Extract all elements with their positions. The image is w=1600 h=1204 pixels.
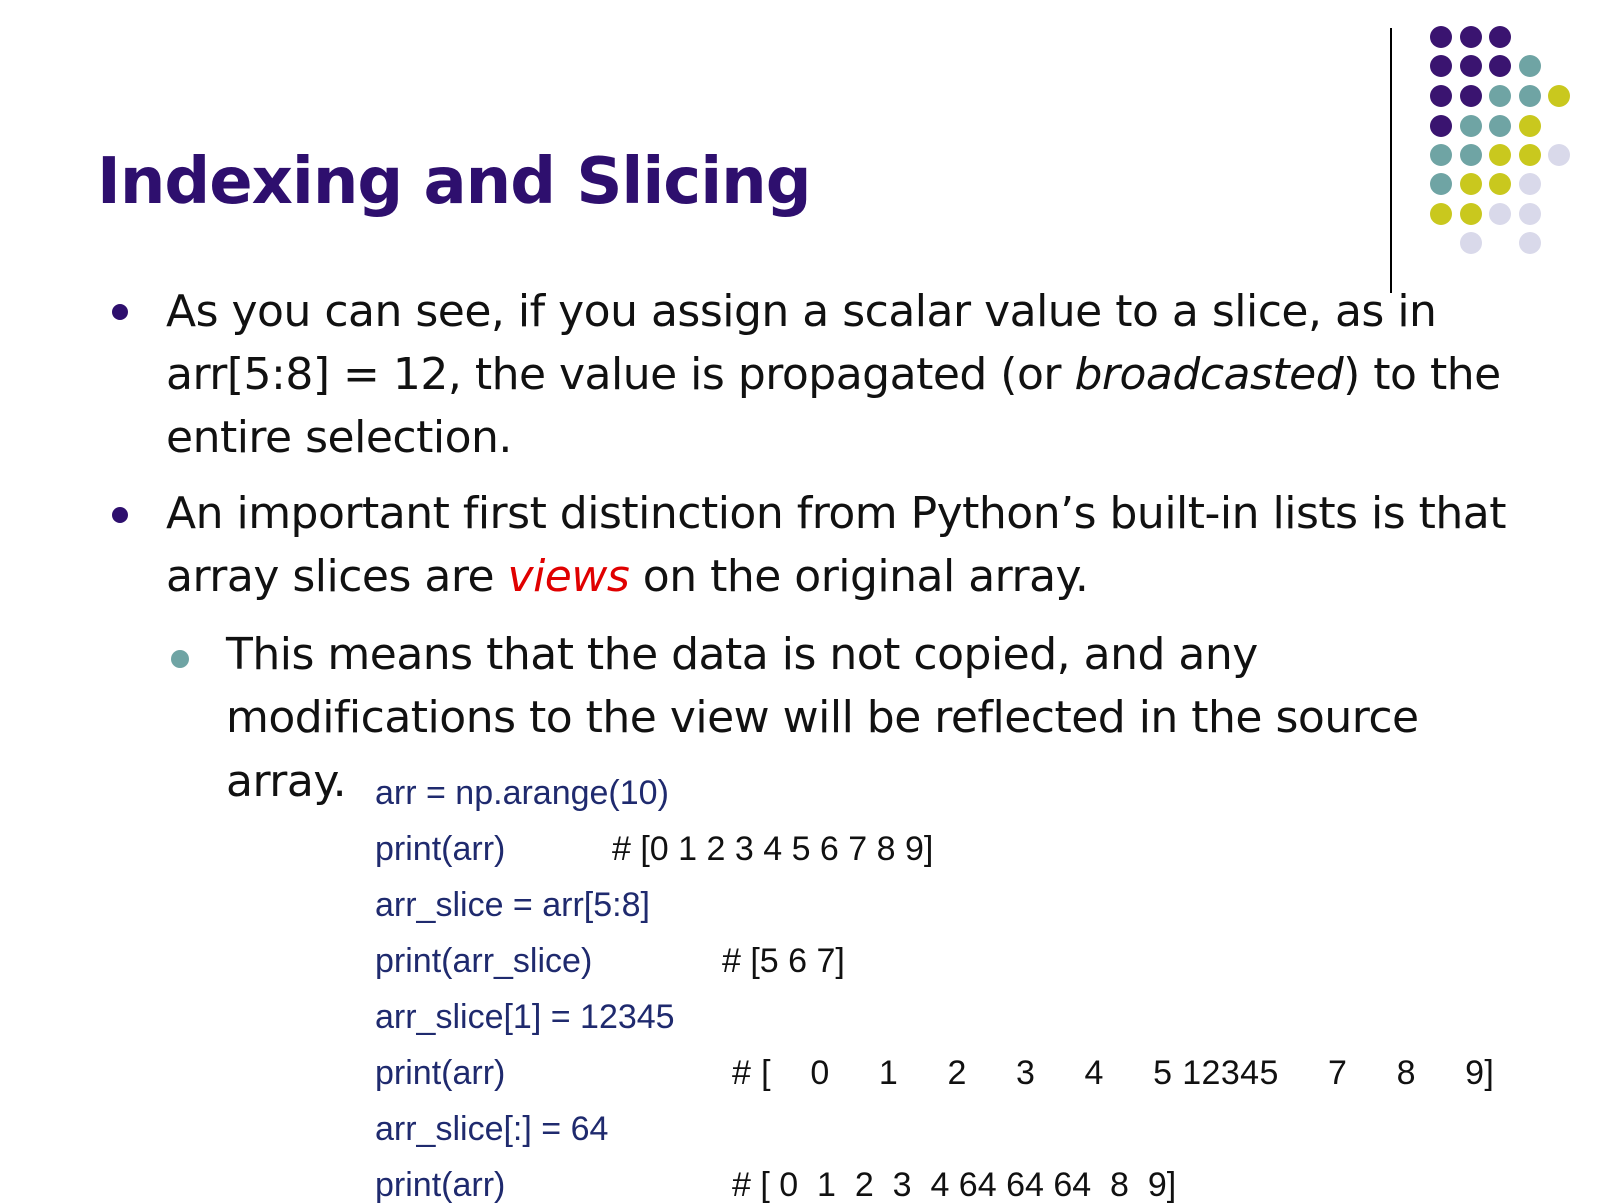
code-line: print(arr) bbox=[375, 1054, 506, 1092]
dot bbox=[1519, 144, 1541, 166]
dot bbox=[1460, 144, 1482, 166]
dot bbox=[1460, 55, 1482, 77]
sub-bullet-line1: This means that the data is not copied, … bbox=[226, 629, 1258, 680]
dot bbox=[1430, 115, 1452, 137]
bullet1-line2: arr[5:8] = 12, the value is propagated (… bbox=[166, 353, 1501, 397]
dot bbox=[1519, 115, 1541, 137]
code-line: print(arr) bbox=[375, 830, 506, 868]
dot bbox=[1548, 144, 1570, 166]
decorative-divider bbox=[1390, 28, 1392, 293]
dot bbox=[1489, 203, 1511, 225]
dot bbox=[1489, 144, 1511, 166]
bullet2-line2-tail: on the original array. bbox=[629, 551, 1089, 602]
code-line: print(arr_slice) bbox=[375, 942, 593, 980]
code-line: arr_slice[:] = 64 bbox=[375, 1110, 609, 1148]
sub-bullet-line2: modifications to the view will be reflec… bbox=[226, 692, 1419, 743]
code-line: arr = np.arange(10) bbox=[375, 774, 669, 812]
code-line: arr_slice[1] = 12345 bbox=[375, 998, 675, 1036]
dot bbox=[1489, 85, 1511, 107]
dot bbox=[1460, 115, 1482, 137]
dot bbox=[1460, 85, 1482, 107]
dot bbox=[1489, 55, 1511, 77]
bullet-dot bbox=[112, 507, 128, 523]
dot bbox=[1430, 85, 1452, 107]
dot bbox=[1548, 85, 1570, 107]
dot bbox=[1519, 203, 1541, 225]
dot bbox=[1430, 173, 1452, 195]
broadcasted-emphasis: broadcasted bbox=[1074, 349, 1344, 400]
dot bbox=[1489, 173, 1511, 195]
dot bbox=[1519, 173, 1541, 195]
code-comment: # [ 0 1 2 3 4 5 12345 7 8 9] bbox=[732, 1054, 1495, 1092]
bullet2-line2: array slices are views on the original a… bbox=[166, 555, 1089, 599]
slide: Indexing and Slicing As you can see, if … bbox=[0, 0, 1600, 1204]
dot bbox=[1519, 232, 1541, 254]
dot bbox=[1489, 115, 1511, 137]
bullet1-line3: entire selection. bbox=[166, 412, 512, 463]
dot bbox=[1460, 232, 1482, 254]
code-comment: # [ 0 1 2 3 4 64 64 64 8 9] bbox=[732, 1166, 1177, 1204]
dot bbox=[1460, 203, 1482, 225]
bullet1-line1: As you can see, if you assign a scalar v… bbox=[166, 286, 1437, 337]
dot bbox=[1519, 85, 1541, 107]
dot bbox=[1430, 144, 1452, 166]
code-comment: # [0 1 2 3 4 5 6 7 8 9] bbox=[612, 830, 934, 868]
code-line: arr_slice = arr[5:8] bbox=[375, 886, 650, 924]
bullet-dot bbox=[112, 304, 128, 320]
dot bbox=[1460, 173, 1482, 195]
sub-bullet-dot bbox=[171, 650, 189, 668]
dot bbox=[1460, 26, 1482, 48]
dot bbox=[1430, 55, 1452, 77]
bullet1-line2-text: arr[5:8] = 12, the value is propagated (… bbox=[166, 349, 1075, 400]
dot bbox=[1430, 203, 1452, 225]
dot bbox=[1430, 26, 1452, 48]
slide-title: Indexing and Slicing bbox=[97, 145, 812, 219]
bullet2-line2-text: array slices are bbox=[166, 551, 508, 602]
sub-bullet-line3: array. bbox=[226, 756, 347, 807]
code-comment: # [5 6 7] bbox=[722, 942, 845, 980]
bullet2-line1: An important first distinction from Pyth… bbox=[166, 488, 1507, 539]
code-line: print(arr) bbox=[375, 1166, 506, 1204]
views-highlight: views bbox=[507, 551, 630, 602]
dot bbox=[1519, 55, 1541, 77]
dot bbox=[1489, 26, 1511, 48]
bullet1-line2-tail: ) to the bbox=[1343, 349, 1501, 400]
